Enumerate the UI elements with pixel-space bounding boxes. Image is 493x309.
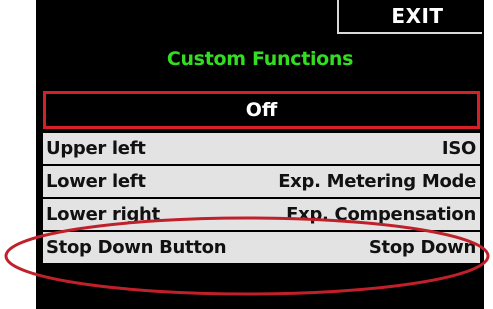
setting-label: Lower left (46, 171, 146, 192)
setting-label: Lower right (46, 204, 160, 225)
setting-value: Exp. Compensation (286, 204, 476, 225)
setting-row-stop-down-button[interactable]: Stop Down Button Stop Down (43, 232, 480, 263)
setting-label: Stop Down Button (46, 237, 227, 258)
setting-row-lower-left[interactable]: Lower left Exp. Metering Mode (43, 166, 480, 197)
exit-button[interactable]: EXIT (337, 0, 482, 34)
setting-value: Exp. Metering Mode (278, 171, 476, 192)
setting-value: Stop Down (368, 237, 476, 258)
setting-label: Upper left (46, 138, 146, 159)
setting-row-lower-right[interactable]: Lower right Exp. Compensation (43, 199, 480, 230)
setting-value: ISO (441, 138, 476, 159)
mode-value: Off (245, 99, 278, 121)
menu-title: Custom Functions (166, 48, 354, 70)
settings-list: Upper left ISO Lower left Exp. Metering … (43, 133, 480, 265)
custom-functions-mode-selector[interactable]: Off (43, 91, 480, 129)
camera-menu-screen: EXIT Custom Functions Off Upper left ISO… (36, 0, 484, 309)
exit-label: EXIT (391, 4, 444, 28)
setting-row-upper-left[interactable]: Upper left ISO (43, 133, 480, 164)
